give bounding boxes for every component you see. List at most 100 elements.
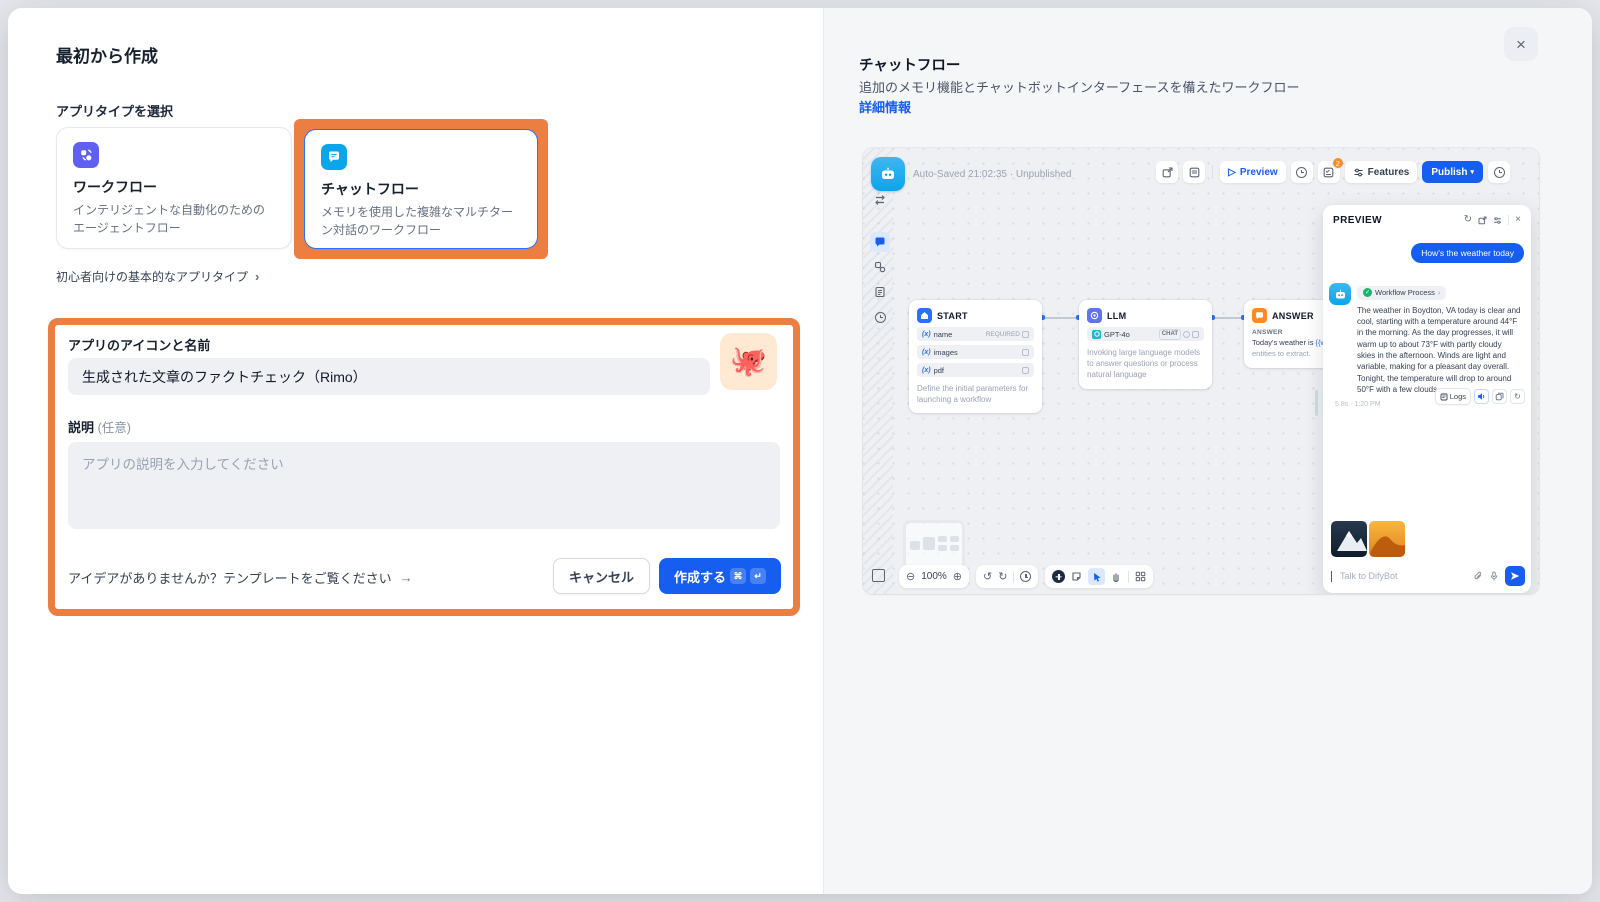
start-field-name: (x) name REQUIRED [917, 327, 1034, 341]
panel-settings-icon[interactable] [1493, 216, 1502, 225]
node-llm[interactable]: LLM GPT-4o CHAT Invoking large lan [1079, 300, 1212, 389]
open-in-new-icon[interactable] [1478, 216, 1487, 225]
microphone-icon[interactable] [1489, 571, 1499, 581]
paperclip-icon[interactable] [1473, 571, 1483, 581]
app-name-input[interactable] [68, 358, 710, 395]
arrow-right-icon: → [400, 570, 413, 585]
undo-icon[interactable]: ↺ [983, 570, 992, 583]
card-chatflow-selected[interactable]: チャットフロー メモリを使用した複雑なマルチターン対話のワークフロー [304, 129, 538, 249]
close-button[interactable]: × [1504, 27, 1538, 61]
card-desc: メモリを使用した複雑なマルチターン対話のワークフロー [321, 203, 521, 239]
app-icon-picker[interactable]: 🐙 [720, 333, 777, 390]
canvas-minimap[interactable] [903, 520, 965, 570]
editor-left-rail [870, 190, 890, 327]
preview-chat-panel: PREVIEW ↻ × How's the weather today [1323, 205, 1531, 593]
notification-badge: 2 [1332, 157, 1344, 169]
run-history-icon[interactable] [1291, 161, 1313, 183]
chevron-right-icon: › [1438, 288, 1441, 297]
logs-button[interactable]: Logs [1435, 388, 1471, 405]
change-history-icon[interactable] [1020, 571, 1031, 582]
edge-llm-answer [1212, 317, 1244, 319]
chatflow-tool-icon-selected[interactable] [870, 232, 890, 252]
play-icon: ▷ [1228, 167, 1236, 178]
cmd-key-icon: ⌘ [730, 568, 746, 584]
panel-resize-handle[interactable] [1315, 390, 1318, 416]
selected-type-title: チャットフロー [859, 54, 960, 75]
user-message-bubble: How's the weather today [1411, 243, 1524, 263]
speaker-icon[interactable] [1474, 389, 1489, 404]
publish-button[interactable]: Publish ▾ [1422, 161, 1483, 183]
auto-layout-icon[interactable] [1135, 571, 1146, 582]
autosave-status: Auto-Saved 21:02:35 · Unpublished [913, 169, 1071, 180]
selected-type-description: 追加のメモリ機能とチャットボットインターフェースを備えたワークフロー [859, 77, 1299, 96]
version-history-icon[interactable] [1488, 161, 1510, 183]
redo-icon[interactable]: ↻ [998, 570, 1007, 583]
align-nodes-icon[interactable] [870, 190, 890, 210]
preview-panel-title: PREVIEW [1333, 215, 1382, 226]
copy-icon[interactable] [1492, 389, 1507, 404]
workflow-editor-preview: Auto-Saved 21:02:35 · Unpublished ▷ Prev… [863, 148, 1539, 594]
chevron-right-icon: › [255, 269, 259, 284]
screen: 最初から作成 アプリタイプを選択 ワークフロー インテリジェントな自動化のための… [0, 0, 1600, 902]
node-start[interactable]: START (x) name REQUIRED (x) images (x) [909, 300, 1042, 413]
zoom-out-icon[interactable]: ⊖ [906, 570, 915, 583]
attachment-thumbnail-night-mountain[interactable] [1331, 521, 1367, 557]
node-block-icon[interactable] [870, 257, 890, 277]
zoom-level[interactable]: 100% [921, 571, 947, 582]
add-note-icon[interactable] [1071, 571, 1082, 582]
header-divider [1508, 215, 1509, 225]
start-field-pdf: (x) pdf [917, 363, 1034, 377]
home-icon [917, 308, 932, 323]
hand-tool-icon[interactable] [1111, 571, 1122, 582]
preview-panel-header: PREVIEW ↻ × [1323, 205, 1531, 235]
regenerate-icon[interactable]: ↻ [1510, 389, 1525, 404]
llm-icon [1087, 308, 1102, 323]
bot-message: ✓ Workflow Process › The weather in Boyd… [1357, 281, 1521, 395]
zoom-in-icon[interactable]: ⊕ [953, 570, 962, 583]
note-icon[interactable] [870, 282, 890, 302]
octopus-emoji-icon: 🐙 [730, 344, 767, 379]
icon-name-label: アプリのアイコンと名前 [68, 335, 210, 354]
card-title: チャットフロー [321, 179, 521, 199]
topbar-divider [1212, 165, 1213, 179]
card-workflow[interactable]: ワークフロー インテリジェントな自動化のためのエージェントフロー [56, 127, 292, 249]
pointer-tool-icon-selected[interactable] [1088, 568, 1105, 585]
enter-key-icon: ↵ [750, 568, 766, 584]
env-variables-icon[interactable] [1183, 161, 1205, 183]
template-link-label: アイデアがありませんか？テンプレートをご覧ください [68, 568, 392, 587]
add-node-icon[interactable] [1052, 570, 1065, 583]
app-type-label: アプリタイプを選択 [56, 101, 173, 120]
create-button[interactable]: 作成する ⌘ ↵ [659, 558, 781, 594]
mic-capability-icon [1183, 331, 1190, 338]
close-preview-icon[interactable]: × [1515, 215, 1521, 225]
send-button[interactable] [1505, 566, 1525, 586]
details-link[interactable]: 詳細情報 [859, 97, 911, 116]
undo-redo-controls: ↺ ↻ [976, 565, 1038, 588]
checklist-icon[interactable]: 2 [1318, 161, 1340, 183]
canvas-tools [1045, 565, 1153, 588]
attachment-thumbnail-sunset-mountain[interactable] [1369, 521, 1405, 557]
beginner-apptypes-link[interactable]: 初心者向けの基本的なアプリタイプ › [56, 268, 259, 285]
collapse-panel-icon[interactable] [872, 569, 885, 582]
history-clock-icon[interactable] [870, 307, 890, 327]
page-title: 最初から作成 [56, 42, 158, 67]
file-field-icon [1022, 367, 1029, 374]
card-title: ワークフロー [73, 177, 275, 197]
cancel-button[interactable]: キャンセル [553, 558, 650, 594]
chat-input[interactable] [1338, 570, 1467, 582]
workflow-process-chip[interactable]: ✓ Workflow Process › [1357, 286, 1446, 300]
success-check-icon: ✓ [1363, 288, 1372, 297]
llm-model-row: GPT-4o CHAT [1087, 327, 1204, 341]
bot-message-text: The weather in Boydton, VA today is clea… [1357, 305, 1521, 396]
export-icon[interactable] [1156, 161, 1178, 183]
preview-button[interactable]: ▷ Preview [1220, 161, 1286, 183]
restart-chat-icon[interactable]: ↻ [1464, 215, 1472, 225]
features-button[interactable]: Features [1345, 161, 1418, 183]
optional-hint: (任意) [98, 421, 131, 435]
workflow-icon [73, 142, 99, 168]
app-description-textarea[interactable] [68, 442, 780, 529]
message-actions: Logs ↻ [1435, 388, 1525, 405]
start-field-images: (x) images [917, 345, 1034, 359]
template-gallery-link[interactable]: アイデアがありませんか？テンプレートをご覧ください → [68, 568, 413, 587]
create-app-modal: 最初から作成 アプリタイプを選択 ワークフロー インテリジェントな自動化のための… [8, 8, 1592, 894]
